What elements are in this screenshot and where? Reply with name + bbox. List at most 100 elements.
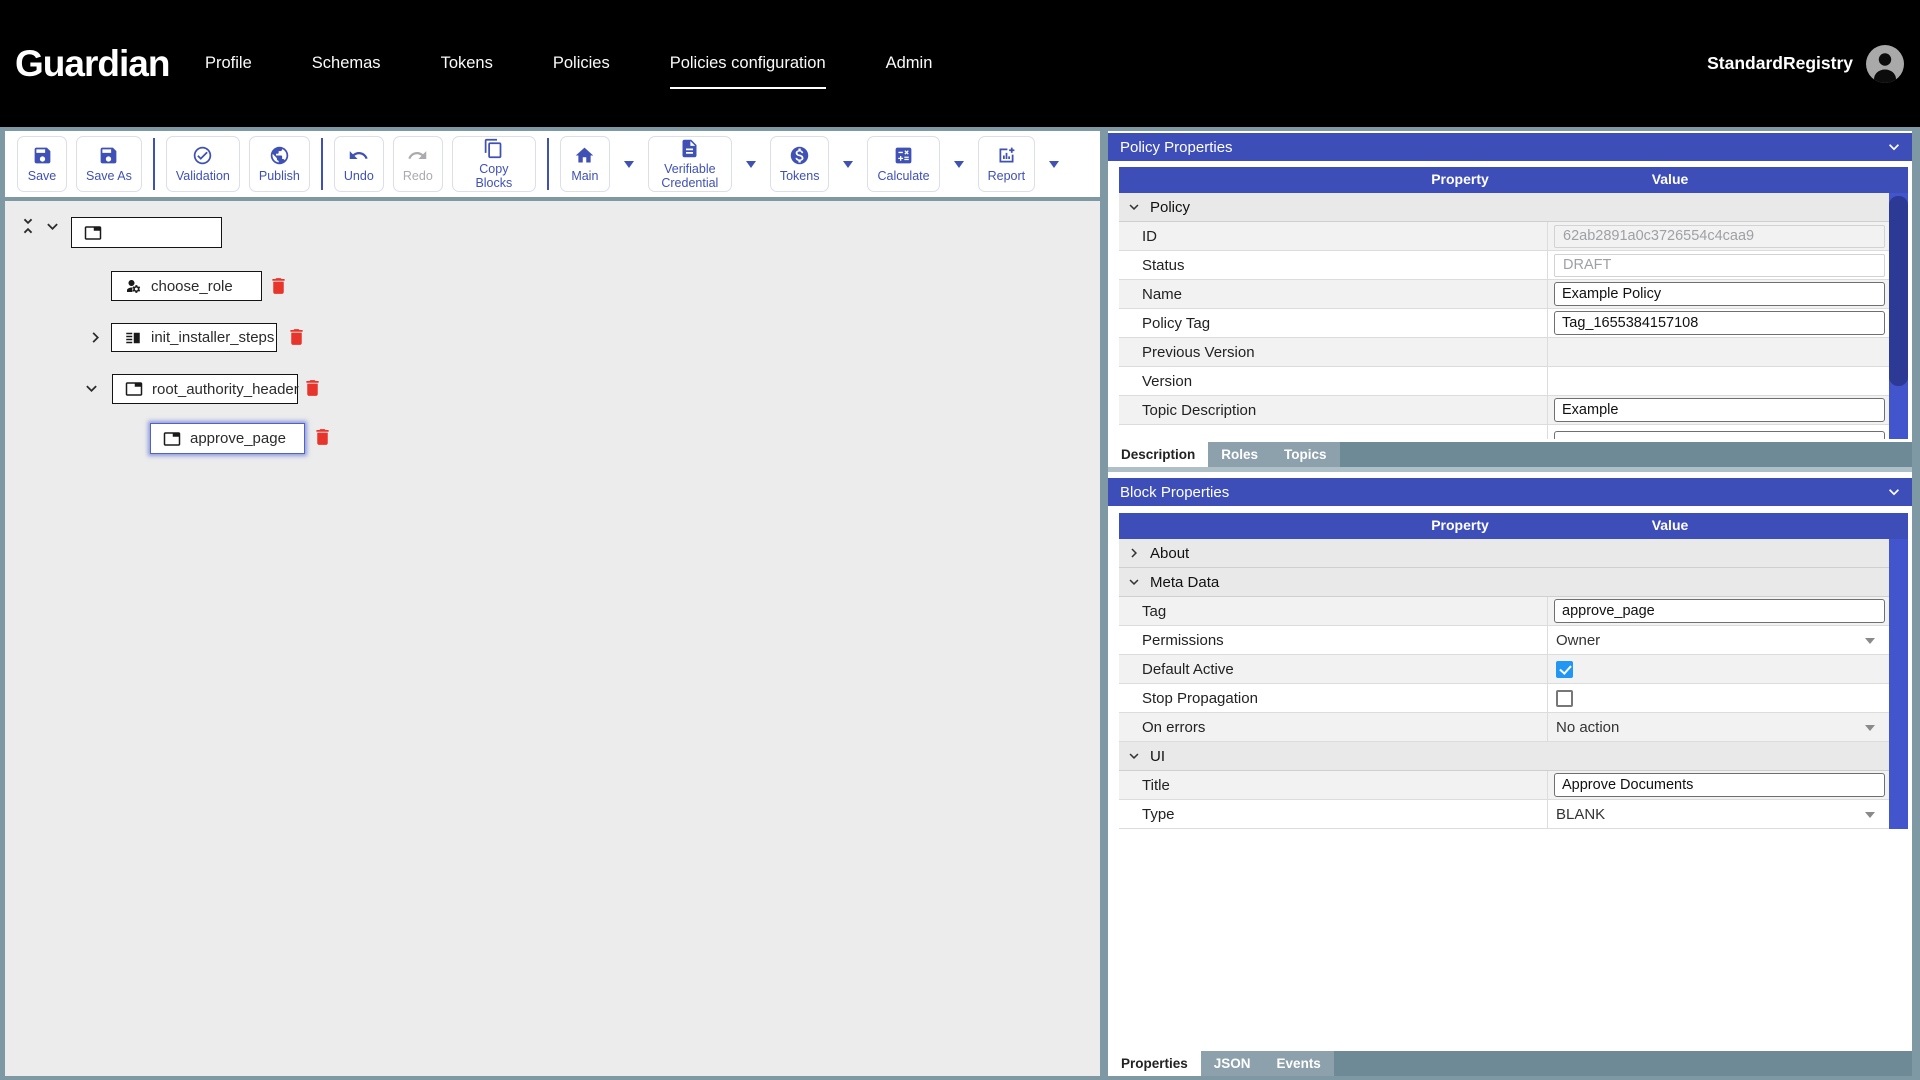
property-row-status: Status DRAFT (1119, 251, 1889, 280)
stop-propagation-checkbox[interactable] (1556, 689, 1573, 707)
block-properties-title: Block Properties (1120, 483, 1230, 501)
property-row-default-active: Default Active (1119, 655, 1889, 684)
root-block[interactable] (71, 217, 222, 248)
redo-icon (408, 151, 427, 159)
dropdown-arrow-icon[interactable] (1865, 725, 1875, 731)
policy-editor-area: Save Save As Validation Publish Undo Red… (5, 131, 1330, 1076)
nav-item-tokens[interactable]: Tokens (441, 54, 493, 73)
nav-item-schemas[interactable]: Schemas (312, 54, 381, 73)
on-errors-select[interactable]: No action (1554, 719, 1619, 736)
tab-topics[interactable]: Topics (1271, 442, 1340, 467)
collapse-chevron-icon[interactable] (1884, 482, 1904, 506)
tab-description[interactable]: Description (1108, 442, 1209, 467)
collapse-all-icon[interactable] (17, 215, 39, 242)
chevron-down-icon (1129, 204, 1139, 210)
tab-json[interactable]: JSON (1200, 1051, 1264, 1076)
document-icon (682, 139, 697, 158)
scrollbar-thumb[interactable] (1889, 196, 1908, 386)
block-label: init_installer_steps (151, 329, 275, 346)
calculate-dropdown-arrow[interactable] (949, 136, 969, 192)
tokens-button[interactable]: Tokens (769, 136, 830, 192)
delete-block-button[interactable] (286, 325, 307, 349)
expand-chevron-right-icon[interactable] (85, 327, 106, 353)
property-row-type: Type BLANK (1119, 800, 1889, 829)
tab-roles[interactable]: Roles (1208, 442, 1272, 467)
policy-tag-input[interactable] (1554, 311, 1885, 335)
block-label: choose_role (151, 277, 233, 295)
nav-item-profile[interactable]: Profile (205, 54, 252, 73)
property-row-permissions: Permissions Owner (1119, 626, 1889, 655)
verifiable-credential-dropdown-arrow[interactable] (741, 136, 761, 192)
property-row-id: ID 62ab2891a0c3726554c4caa9 (1119, 222, 1889, 251)
properties-panel: Policy Properties Property Value Policy … (1108, 131, 1912, 1076)
check-circle-icon (194, 146, 212, 165)
permissions-select[interactable]: Owner (1554, 632, 1600, 649)
dollar-circle-icon (790, 146, 809, 165)
text-input[interactable] (1554, 431, 1885, 439)
nav-item-admin[interactable]: Admin (886, 54, 933, 73)
chevron-right-icon (1131, 548, 1137, 558)
dropdown-arrow-icon[interactable] (1865, 638, 1875, 644)
group-row-ui[interactable]: UI (1119, 742, 1889, 771)
policy-table-scrollbar[interactable] (1889, 193, 1908, 439)
table-header: Property Value (1119, 167, 1908, 193)
tree-node-approve-page[interactable]: approve_page (150, 423, 305, 454)
calculate-button[interactable]: Calculate (867, 136, 940, 192)
block-tree-canvas: choose_role init_installer_steps root_au… (5, 205, 1330, 1076)
type-select[interactable]: BLANK (1554, 806, 1605, 823)
save-icon (34, 147, 50, 164)
redo-button[interactable]: Redo (392, 136, 443, 192)
guardian-logo: Guardian (15, 42, 170, 84)
nav-item-policies[interactable]: Policies (553, 54, 610, 73)
user-area: StandardRegistry (1707, 0, 1905, 127)
property-row-version: Version (1119, 367, 1889, 396)
tag-input[interactable] (1554, 599, 1885, 623)
topic-description-input[interactable] (1554, 398, 1885, 422)
validation-button[interactable]: Validation (165, 136, 240, 192)
copy-blocks-button[interactable]: Copy Blocks (451, 136, 536, 192)
steps-icon (126, 332, 140, 343)
main-blocks-button[interactable]: Main (559, 136, 610, 192)
expand-chevron-down-icon[interactable] (81, 378, 102, 404)
delete-block-button[interactable] (312, 425, 333, 449)
tree-node-choose-role[interactable]: choose_role (111, 271, 262, 301)
dropdown-arrow-icon[interactable] (1865, 812, 1875, 818)
publish-button[interactable]: Publish (248, 136, 310, 192)
verifiable-credential-button[interactable]: Verifiable Credential (647, 136, 732, 192)
undo-button[interactable]: Undo (333, 136, 384, 192)
user-avatar-icon[interactable] (1865, 44, 1905, 84)
tab-events[interactable]: Events (1263, 1051, 1334, 1076)
column-value: Value (1651, 517, 1689, 533)
delete-block-button[interactable] (302, 376, 323, 400)
group-row-about[interactable]: About (1119, 539, 1889, 568)
save-as-button[interactable]: Save As (76, 136, 142, 192)
default-active-checkbox[interactable] (1556, 660, 1573, 678)
top-nav: Guardian Profile Schemas Tokens Policies… (0, 0, 1920, 127)
collapse-chevron-icon[interactable] (1884, 137, 1904, 161)
report-button[interactable]: Report (977, 136, 1036, 192)
tree-node-init-installer-steps[interactable]: init_installer_steps (111, 323, 277, 352)
group-row-policy[interactable]: Policy (1119, 193, 1889, 222)
globe-icon (270, 146, 289, 165)
tree-node-root-authority-header[interactable]: root_authority_header (112, 374, 299, 404)
tab-properties[interactable]: Properties (1108, 1051, 1201, 1076)
calculator-icon (895, 147, 912, 164)
tokens-dropdown-arrow[interactable] (838, 136, 858, 192)
name-input[interactable] (1554, 282, 1885, 306)
toolbar-divider (546, 138, 549, 190)
column-property: Property (1431, 517, 1489, 533)
role-icon (127, 280, 141, 293)
group-row-meta-data[interactable]: Meta Data (1119, 568, 1889, 597)
title-input[interactable] (1554, 773, 1885, 797)
main-dropdown-arrow[interactable] (619, 136, 639, 192)
toolbar-divider (320, 138, 323, 190)
save-button[interactable]: Save (17, 136, 67, 192)
block-table-scrollbar[interactable] (1889, 539, 1908, 829)
nav-item-policies-configuration[interactable]: Policies configuration (669, 54, 826, 89)
chevron-down-icon (745, 160, 756, 168)
column-property: Property (1431, 171, 1489, 187)
property-row-partial (1119, 425, 1889, 439)
report-dropdown-arrow[interactable] (1044, 136, 1064, 192)
delete-block-button[interactable] (268, 274, 289, 298)
root-collapse-chevron-icon[interactable] (42, 216, 63, 242)
